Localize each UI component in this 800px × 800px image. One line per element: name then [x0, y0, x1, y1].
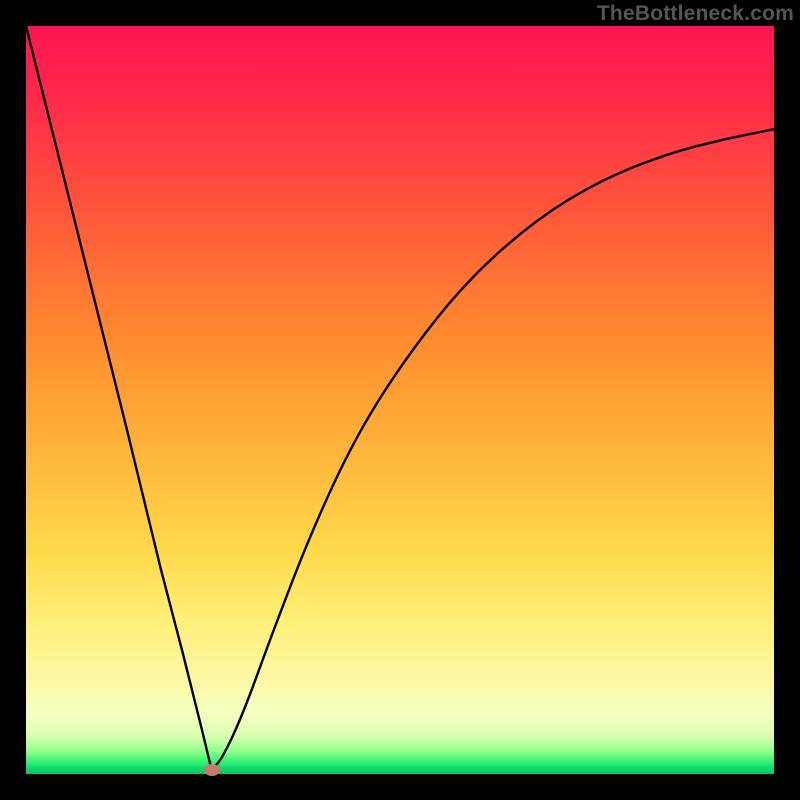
watermark-text: TheBottleneck.com — [597, 2, 794, 26]
optimum-marker — [204, 764, 220, 776]
bottleneck-curve — [26, 26, 774, 770]
curve-plot — [26, 26, 774, 774]
plot-frame — [26, 26, 774, 774]
